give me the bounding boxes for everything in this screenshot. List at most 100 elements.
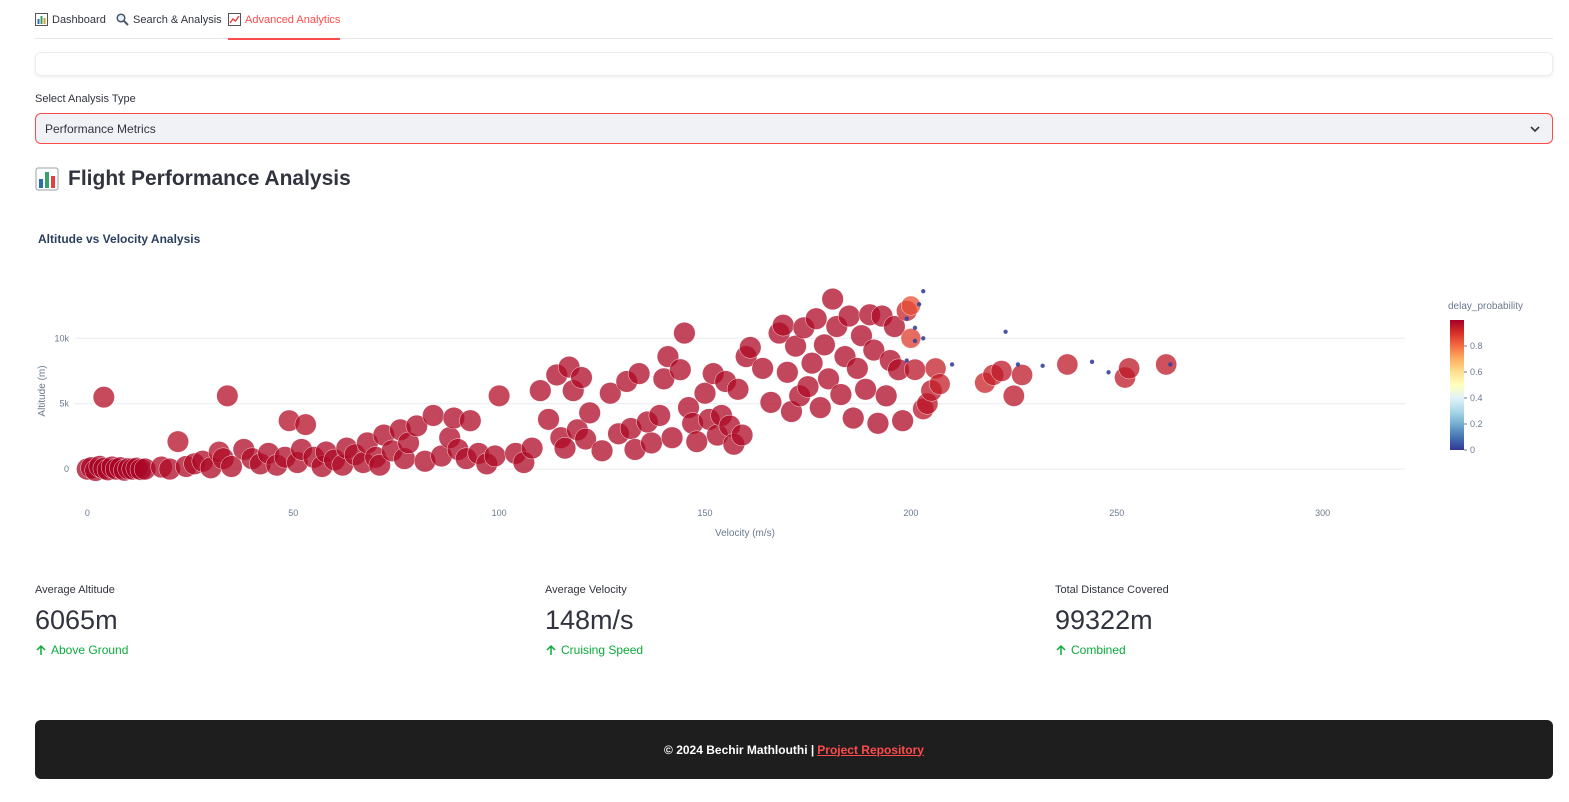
chart-title: Altitude vs Velocity Analysis (38, 232, 201, 246)
scatter-point (537, 408, 560, 431)
scatter-point (726, 378, 749, 401)
x-tick-label: 100 (492, 508, 507, 518)
project-repository-link[interactable]: Project Repository (817, 743, 924, 757)
scatter-chart: Altitude vs Velocity Analysis 0 5k 10k 0 50 1… (35, 226, 1553, 552)
metric-value: 6065m (35, 605, 118, 635)
page-title-text: Flight Performance Analysis (68, 167, 351, 190)
scatter-point (648, 404, 671, 427)
scatter-point (578, 401, 601, 424)
scatter-point (92, 386, 115, 409)
tab-search-analysis[interactable]: Search & Analysis (116, 0, 222, 39)
scatter-point (669, 358, 692, 381)
metric-delta: Combined (1055, 643, 1475, 657)
scatter-point (904, 316, 909, 321)
scatter-point (488, 384, 511, 407)
tab-label: Search & Analysis (133, 13, 222, 26)
metric-delta-text: Combined (1071, 643, 1126, 657)
arrow-up-icon (1056, 644, 1066, 655)
scatter-point (422, 404, 445, 427)
bar-chart-emoji-icon (35, 167, 59, 191)
scatter-point (1040, 363, 1045, 368)
scatter-point (875, 384, 898, 407)
chart-svg: Altitude vs Velocity Analysis 0 5k 10k 0 50 1… (37, 232, 1523, 539)
scatter-point (216, 384, 239, 407)
tab-label: Advanced Analytics (245, 13, 341, 26)
scatter-point (921, 289, 926, 294)
scatter-point (1089, 359, 1095, 365)
scatter-point (912, 325, 918, 331)
chevron-down-icon (1530, 126, 1540, 133)
scatter-point (459, 409, 482, 432)
y-tick-label: 5k (59, 399, 69, 409)
scatter-point (866, 412, 889, 435)
scatter-point (521, 437, 544, 460)
scatter-point (809, 396, 832, 419)
select-value: Performance Metrics (45, 121, 156, 136)
metric-delta-text: Above Ground (51, 643, 129, 657)
scatter-point (842, 407, 865, 430)
colorbar-tick-label: 0.4 (1470, 393, 1483, 403)
scatter-point (483, 444, 507, 468)
footer: © 2024 Bechir Mathlouthi | Project Repos… (35, 720, 1553, 779)
scatter-point (921, 336, 926, 341)
tab-advanced-analytics[interactable]: Advanced Analytics (228, 0, 341, 40)
scatter-point (731, 424, 754, 447)
scatter-point (801, 352, 824, 375)
x-tick-label: 200 (903, 508, 918, 518)
scatter-point (673, 322, 696, 345)
colorbar-title: delay_probability (1448, 301, 1523, 312)
metric-delta: Cruising Speed (545, 643, 965, 657)
scatter-point (529, 379, 552, 402)
scatter-point (891, 409, 914, 432)
scatter-point (772, 314, 795, 337)
scatter-point (1011, 364, 1033, 386)
colorbar-tick-label: 0.2 (1470, 419, 1483, 429)
select-label: Select Analysis Type (35, 93, 136, 105)
empty-container (35, 52, 1553, 76)
scatter-point (553, 437, 577, 460)
scatter-point (591, 439, 614, 462)
scatter-point (640, 431, 663, 454)
magnifier-icon (116, 13, 129, 26)
scatter-point (904, 358, 909, 363)
tab-bar: Dashboard Search & Analysis Advanced Ana… (35, 0, 1553, 40)
metric-label: Average Altitude (35, 584, 115, 596)
arrow-up-icon (546, 644, 556, 655)
scatter-point (949, 362, 955, 367)
scatter-point (751, 357, 774, 380)
scatter-point (805, 307, 828, 330)
colorbar-tick-label: 0.6 (1470, 367, 1483, 377)
scatter-point (900, 328, 922, 349)
scatter-point (838, 305, 861, 328)
trend-chart-icon (228, 13, 241, 26)
x-tick-label: 150 (697, 508, 712, 518)
scatter-point (912, 338, 918, 344)
scatter-point (829, 383, 852, 406)
metric-value: 148m/s (545, 605, 634, 635)
scatter-point (1002, 385, 1025, 407)
scatter-point (739, 336, 762, 359)
scatter-point (759, 391, 782, 414)
scatter-point (685, 430, 708, 453)
scatter-point (294, 413, 317, 436)
scatter-point (661, 426, 684, 449)
scatter-point (821, 288, 844, 311)
scatter-point (628, 362, 651, 385)
scatter-point (570, 366, 593, 389)
x-tick-label: 0 (85, 508, 90, 518)
scatter-point (813, 333, 836, 356)
metric-value: 99322m (1055, 605, 1153, 635)
scatter-point (990, 360, 1013, 382)
metric-delta-text: Cruising Speed (561, 643, 644, 657)
metric-average-velocity: Average Velocity 148m/s Cruising Speed (545, 584, 965, 657)
colorbar (1450, 320, 1464, 450)
x-tick-label: 300 (1315, 508, 1330, 518)
tab-dashboard[interactable]: Dashboard (35, 0, 106, 39)
x-axis-title: Velocity (m/s) (715, 528, 775, 539)
analysis-type-select[interactable]: Performance Metrics (35, 113, 1553, 144)
scatter-point (846, 357, 869, 380)
metric-label: Total Distance Covered (1055, 584, 1169, 596)
y-tick-label: 0 (64, 464, 69, 474)
scatter-point (167, 430, 189, 453)
scatter-point (796, 375, 819, 398)
